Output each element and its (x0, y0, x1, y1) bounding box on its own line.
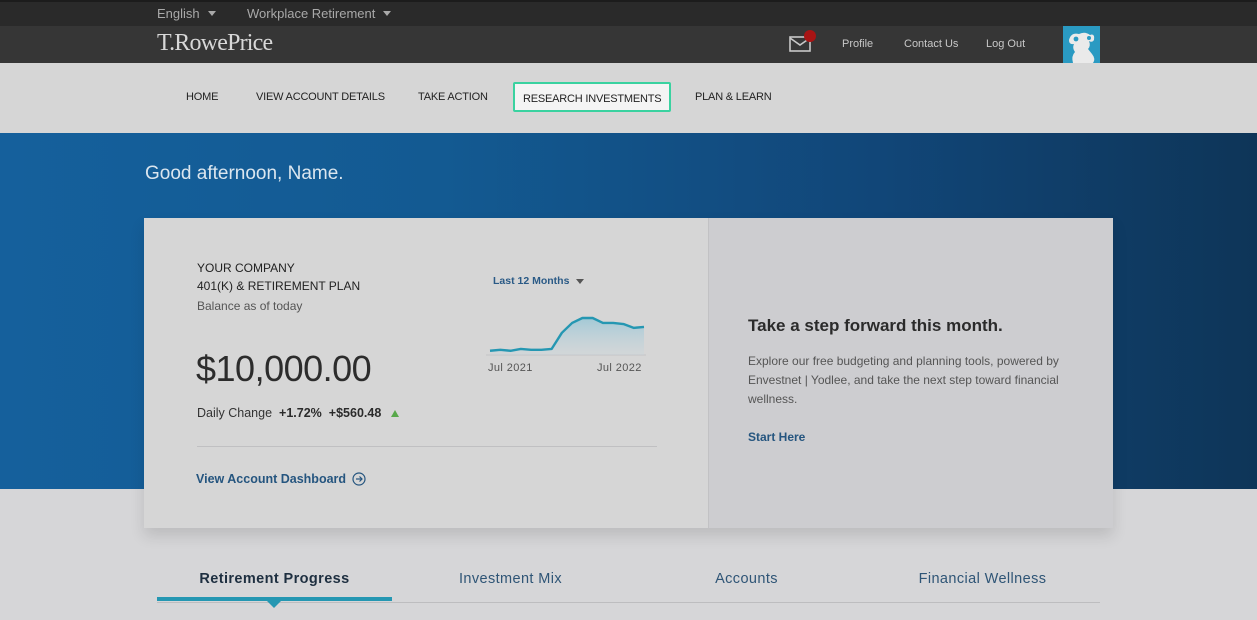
promo-panel: Take a step forward this month. Explore … (709, 218, 1113, 528)
chevron-down-icon (383, 11, 392, 16)
view-account-dashboard-link[interactable]: View Account Dashboard (196, 472, 366, 486)
logo[interactable]: T.RowePrice (157, 30, 273, 57)
nav-home[interactable]: HOME (186, 91, 218, 103)
brand-header: T.RowePrice Profile Contact Us Log Out (0, 26, 1257, 63)
tab-accounts[interactable]: Accounts (629, 571, 864, 587)
balance-label: Balance as of today (197, 299, 303, 313)
x-axis-end-label: Jul 2022 (597, 362, 642, 374)
balance-amount: $10,000.00 (196, 348, 372, 389)
arrow-circle-right-icon (352, 472, 366, 486)
promo-title: Take a step forward this month. (748, 316, 1003, 335)
view-account-dashboard-label: View Account Dashboard (196, 472, 347, 486)
nav-view-account-details[interactable]: VIEW ACCOUNT DETAILS (256, 91, 385, 103)
site-selector[interactable]: Workplace Retirement (247, 6, 392, 21)
notification-badge (804, 30, 816, 42)
contact-us-link[interactable]: Contact Us (904, 38, 958, 50)
period-label: Last 12 Months (493, 275, 570, 287)
language-label: English (157, 6, 200, 21)
tab-investment-mix[interactable]: Investment Mix (393, 571, 628, 587)
promo-text: Explore our free budgeting and planning … (748, 354, 1059, 406)
chevron-down-icon (576, 278, 585, 284)
nav-plan-and-learn[interactable]: PLAN & LEARN (695, 91, 772, 103)
greeting: Good afternoon, Name. (145, 163, 344, 184)
main-nav: HOME VIEW ACCOUNT DETAILS TAKE ACTION RE… (0, 63, 1257, 133)
plan-name: 401(K) & RETIREMENT PLAN (197, 279, 361, 293)
active-tab-pointer-icon (267, 601, 281, 608)
tab-financial-wellness[interactable]: Financial Wellness (865, 571, 1100, 587)
divider (197, 446, 657, 447)
chevron-down-icon (207, 11, 216, 16)
period-dropdown[interactable]: Last 12 Months (493, 275, 585, 287)
balance-sparkline (486, 316, 646, 356)
tab-retirement-progress[interactable]: Retirement Progress (157, 571, 392, 587)
account-panel: YOUR COMPANY 401(K) & RETIREMENT PLAN Ba… (144, 218, 709, 528)
start-here-link[interactable]: Start Here (748, 430, 805, 444)
account-summary-card: YOUR COMPANY 401(K) & RETIREMENT PLAN Ba… (144, 218, 1113, 528)
section-tabs: Retirement Progress Investment Mix Accou… (157, 568, 1100, 608)
utility-bar: English Workplace Retirement (0, 0, 1257, 26)
profile-link[interactable]: Profile (842, 38, 873, 50)
nav-take-action[interactable]: TAKE ACTION (418, 91, 488, 103)
language-selector[interactable]: English (157, 6, 216, 21)
ram-logo-icon (1063, 26, 1100, 63)
daily-change-amount: +$560.48 (328, 406, 382, 420)
x-axis-start-label: Jul 2021 (488, 362, 533, 374)
nav-research-investments[interactable]: RESEARCH INVESTMENTS (513, 82, 672, 112)
daily-change: Daily Change +1.72% +$560.48 (197, 406, 400, 420)
company-name: YOUR COMPANY (197, 261, 295, 275)
daily-change-label: Daily Change (197, 406, 273, 420)
daily-change-percent: +1.72% (279, 406, 322, 420)
site-label: Workplace Retirement (247, 6, 376, 21)
trend-up-icon (391, 409, 400, 417)
log-out-link[interactable]: Log Out (986, 38, 1025, 50)
